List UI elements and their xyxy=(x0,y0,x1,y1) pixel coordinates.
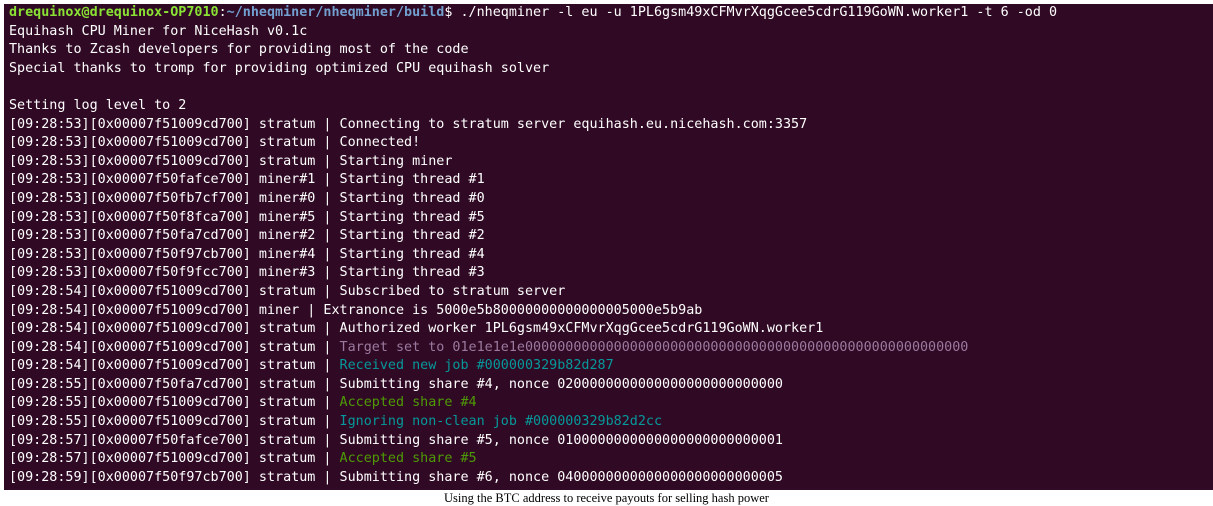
command-text: ./nheqminer -l eu -u 1PL6gsm49xCFMvrXqgG… xyxy=(460,5,1058,20)
log-line: [09:28:53][0x00007f51009cd700] stratum |… xyxy=(9,153,1213,172)
log-message: Submitting share #5, nonce 0100000000000… xyxy=(339,432,783,448)
log-line: [09:28:55][0x00007f51009cd700] stratum |… xyxy=(9,394,1213,413)
log-prefix: [09:28:53][0x00007f50fb7cf700] miner#0 | xyxy=(9,190,340,206)
prompt-symbol: $ xyxy=(444,5,461,20)
log-prefix: [09:28:55][0x00007f51009cd700] stratum | xyxy=(9,395,340,411)
log-message: Target set to 01e1e1e1e00000000000000000… xyxy=(339,339,969,355)
log-line: [09:28:54][0x00007f51009cd700] stratum |… xyxy=(9,339,1213,358)
log-line: [09:28:54][0x00007f51009cd700] stratum |… xyxy=(9,283,1213,302)
log-prefix: [09:28:53][0x00007f51009cd700] stratum | xyxy=(9,153,340,169)
log-line: [09:28:53][0x00007f50f8fca700] miner#5 |… xyxy=(9,209,1213,228)
log-message: Submitting share #4, nonce 0200000000000… xyxy=(339,376,783,392)
log-line: [09:28:53][0x00007f51009cd700] stratum |… xyxy=(9,116,1213,135)
log-message: Connecting to stratum server equihash.eu… xyxy=(339,116,808,132)
log-output: [09:28:53][0x00007f51009cd700] stratum |… xyxy=(9,116,1213,488)
log-line: [09:28:53][0x00007f51009cd700] stratum |… xyxy=(9,134,1213,153)
log-message: Submitting share #6, nonce 0400000000000… xyxy=(339,469,783,485)
prompt-path: ~/nheqminer/nheqminer/build xyxy=(226,5,445,20)
log-line: [09:28:57][0x00007f51009cd700] stratum |… xyxy=(9,450,1213,469)
banner-line: Equihash CPU Miner for NiceHash v0.1c xyxy=(9,23,308,39)
log-prefix: [09:28:54][0x00007f51009cd700] stratum | xyxy=(9,283,340,299)
command-prompt-line: drequinox@drequinox-OP7010:~/nheqminer/n… xyxy=(9,4,1213,23)
log-message: Starting miner xyxy=(339,153,453,169)
log-message: Authorized worker 1PL6gsm49xCFMvrXqgGcee… xyxy=(339,321,824,337)
log-line: [09:28:59][0x00007f50f97cb700] stratum |… xyxy=(9,469,1213,488)
prompt-user-host: drequinox@drequinox-OP7010 xyxy=(9,5,219,20)
log-message: Accepted share #4 xyxy=(339,395,477,411)
log-line: [09:28:55][0x00007f50fa7cd700] stratum |… xyxy=(9,376,1213,395)
figure-caption: Using the BTC address to receive payouts… xyxy=(444,491,769,505)
log-line: [09:28:54][0x00007f51009cd700] stratum |… xyxy=(9,357,1213,376)
log-message: Starting thread #4 xyxy=(339,246,485,262)
log-prefix: [09:28:53][0x00007f50fafce700] miner#1 | xyxy=(9,172,340,188)
log-message: Starting thread #3 xyxy=(339,265,485,281)
log-message: Received new job #000000329b82d287 xyxy=(339,358,614,374)
log-prefix: [09:28:53][0x00007f51009cd700] stratum | xyxy=(9,135,340,151)
log-message: Starting thread #0 xyxy=(339,190,485,206)
log-message: Accepted share #5 xyxy=(339,451,477,467)
log-line: [09:28:55][0x00007f51009cd700] stratum |… xyxy=(9,413,1213,432)
log-prefix: [09:28:55][0x00007f50fa7cd700] stratum | xyxy=(9,376,340,392)
log-line: [09:28:53][0x00007f50fafce700] miner#1 |… xyxy=(9,171,1213,190)
log-message: Subscribed to stratum server xyxy=(339,283,566,299)
banner-line: Thanks to Zcash developers for providing… xyxy=(9,42,469,58)
log-message: Starting thread #1 xyxy=(339,172,485,188)
banner-line: Special thanks to tromp for providing op… xyxy=(9,60,550,76)
log-line: [09:28:53][0x00007f50f9fcc700] miner#3 |… xyxy=(9,264,1213,283)
terminal-window[interactable]: drequinox@drequinox-OP7010:~/nheqminer/n… xyxy=(4,4,1213,490)
log-prefix: [09:28:53][0x00007f51009cd700] stratum | xyxy=(9,116,340,132)
log-line: [09:28:53][0x00007f50fa7cd700] miner#2 |… xyxy=(9,227,1213,246)
log-message: Extranonce is 5000e5b8000000000000000500… xyxy=(323,302,703,318)
log-prefix: [09:28:53][0x00007f50f8fca700] miner#5 | xyxy=(9,209,340,225)
log-prefix: [09:28:54][0x00007f51009cd700] stratum | xyxy=(9,358,340,374)
log-prefix: [09:28:53][0x00007f50f9fcc700] miner#3 | xyxy=(9,265,340,281)
log-prefix: [09:28:54][0x00007f51009cd700] stratum | xyxy=(9,339,340,355)
prompt-colon: : xyxy=(218,5,227,20)
log-prefix: [09:28:54][0x00007f51009cd700] miner | xyxy=(9,302,324,318)
log-prefix: [09:28:57][0x00007f50fafce700] stratum | xyxy=(9,432,340,448)
log-line: [09:28:53][0x00007f50fb7cf700] miner#0 |… xyxy=(9,190,1213,209)
log-prefix: [09:28:53][0x00007f50f97cb700] miner#4 | xyxy=(9,246,340,262)
log-line: [09:28:54][0x00007f51009cd700] miner | E… xyxy=(9,302,1213,321)
log-message: Starting thread #5 xyxy=(339,209,485,225)
log-line: [09:28:54][0x00007f51009cd700] stratum |… xyxy=(9,320,1213,339)
log-level-line: Setting log level to 2 xyxy=(9,97,187,113)
log-message: Ignoring non-clean job #000000329b82d2cc xyxy=(339,414,663,430)
log-line: [09:28:53][0x00007f50f97cb700] miner#4 |… xyxy=(9,246,1213,265)
log-prefix: [09:28:57][0x00007f51009cd700] stratum | xyxy=(9,451,340,467)
log-prefix: [09:28:59][0x00007f50f97cb700] stratum | xyxy=(9,469,340,485)
log-message: Connected! xyxy=(339,135,421,151)
log-prefix: [09:28:53][0x00007f50fa7cd700] miner#2 | xyxy=(9,228,340,244)
log-prefix: [09:28:55][0x00007f51009cd700] stratum | xyxy=(9,414,340,430)
log-message: Starting thread #2 xyxy=(339,228,485,244)
log-prefix: [09:28:54][0x00007f51009cd700] stratum | xyxy=(9,321,340,337)
log-line: [09:28:57][0x00007f50fafce700] stratum |… xyxy=(9,432,1213,451)
